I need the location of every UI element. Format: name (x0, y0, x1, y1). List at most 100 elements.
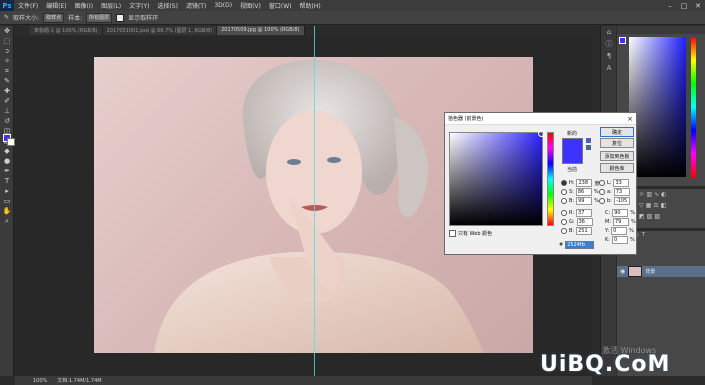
vibrance-icon[interactable]: ▽ (639, 202, 644, 209)
color-libraries-button[interactable]: 颜色库 (600, 163, 634, 173)
show-ring-label: 显示取样环 (128, 15, 159, 22)
a-input[interactable]: 73 (613, 188, 630, 196)
m-input[interactable]: 79 (613, 218, 629, 226)
tab-untitled[interactable]: 未标题-1 @ 100% (RGB/8) (30, 26, 103, 35)
properties-panel-icon[interactable]: ⓘ (601, 38, 617, 50)
blue-input[interactable]: 251 (576, 227, 593, 235)
marquee-tool-icon[interactable]: ⬚ (0, 36, 14, 46)
vertical-guide[interactable] (314, 26, 315, 376)
menu-select[interactable]: 选择(S) (153, 1, 182, 10)
l-radio[interactable] (599, 180, 605, 186)
eyedropper-tool-icon[interactable]: ✎ (0, 76, 14, 86)
menu-file[interactable]: 文件(F) (14, 1, 42, 10)
s-radio[interactable] (561, 189, 567, 195)
paragraph-panel-icon[interactable]: ¶ (601, 50, 617, 62)
background-color-swatch[interactable] (7, 138, 15, 146)
layer-type-icon[interactable]: T (642, 232, 645, 240)
dialog-titlebar[interactable]: 拾色器 (前景色) × (445, 113, 636, 125)
menu-filter[interactable]: 滤镜(T) (182, 1, 210, 10)
panel-foreground-swatch[interactable] (619, 37, 626, 44)
menu-help[interactable]: 帮助(H) (296, 1, 325, 10)
b-input[interactable]: 99 (576, 197, 593, 205)
brush-tool-icon[interactable]: ✐ (0, 96, 14, 106)
menu-view[interactable]: 视图(V) (236, 1, 265, 10)
add-to-swatches-button[interactable]: 添加到色板 (600, 151, 634, 161)
tab-jpg[interactable]: 20170509.jpg @ 100% (RGB/8) (217, 26, 305, 35)
saturation-brightness-field[interactable] (449, 130, 545, 226)
hue-slider[interactable] (547, 132, 554, 226)
color-marker[interactable] (538, 130, 545, 137)
panel-hue-slider[interactable] (691, 37, 696, 177)
shape-tool-icon[interactable]: ▭ (0, 196, 14, 206)
posterize-icon[interactable]: ▧ (647, 213, 653, 220)
balance-icon[interactable]: ⚖ (653, 202, 658, 209)
hand-tool-icon[interactable]: ✋ (0, 206, 14, 216)
hue-icon[interactable]: ▦ (646, 202, 652, 209)
history-panel-icon[interactable]: ⌂ (601, 26, 617, 38)
r-radio[interactable] (561, 210, 567, 216)
gamut-warning-icon[interactable] (586, 138, 591, 143)
hex-input[interactable]: 2524fb (565, 241, 595, 249)
web-only-checkbox[interactable] (449, 230, 456, 237)
y-input[interactable]: 0 (611, 227, 628, 235)
menu-edit[interactable]: 编辑(E) (42, 1, 70, 10)
zoom-level[interactable]: 100% (33, 378, 47, 384)
menu-window[interactable]: 窗口(W) (265, 1, 296, 10)
reset-button[interactable]: 复位 (600, 138, 634, 148)
type-tool-icon[interactable]: T (0, 176, 14, 186)
sample-select[interactable]: 所有图层 (86, 12, 113, 23)
g-radio[interactable] (561, 219, 567, 225)
brightness-icon[interactable]: ☼ (639, 191, 644, 198)
layer-row-background[interactable]: ◉ 背景 (617, 266, 705, 277)
eyedropper-icon[interactable]: ✎ (4, 14, 9, 21)
current-color-swatch[interactable] (562, 151, 583, 164)
k-input[interactable]: 0 (611, 236, 628, 244)
visibility-eye-icon[interactable]: ◉ (620, 268, 625, 275)
levels-icon[interactable]: ▥ (646, 191, 652, 198)
menu-image[interactable]: 图像(I) (71, 1, 97, 10)
dialog-close-icon[interactable]: × (627, 115, 633, 123)
path-select-icon[interactable]: ▸ (0, 186, 14, 196)
web-safe-warning-icon[interactable] (586, 145, 591, 150)
exposure-icon[interactable]: ◐ (661, 191, 666, 198)
a-radio[interactable] (599, 189, 605, 195)
invert-icon[interactable]: ◩ (639, 213, 645, 220)
quick-select-tool-icon[interactable]: ✧ (0, 56, 14, 66)
r-input[interactable]: 37 (576, 209, 593, 217)
bw-icon[interactable]: ◧ (661, 202, 667, 209)
close-button[interactable]: ✕ (691, 0, 705, 11)
h-input[interactable]: 238 (576, 179, 593, 187)
ok-button[interactable]: 确定 (600, 127, 634, 137)
b-radio[interactable] (561, 198, 567, 204)
healing-tool-icon[interactable]: ✚ (0, 86, 14, 96)
lab-b-input[interactable]: -105 (613, 197, 630, 205)
h-radio[interactable] (561, 180, 567, 186)
blue-radio[interactable] (561, 228, 567, 234)
l-input[interactable]: 33 (613, 179, 630, 187)
character-panel-icon[interactable]: A (601, 62, 617, 74)
show-ring-checkbox[interactable] (116, 13, 125, 22)
g-input[interactable]: 36 (576, 218, 593, 226)
threshold-icon[interactable]: ▨ (654, 213, 660, 220)
maximize-button[interactable]: □ (677, 0, 691, 11)
crop-tool-icon[interactable]: ⌗ (0, 66, 14, 76)
lab-b-radio[interactable] (599, 198, 605, 204)
tab-psd[interactable]: 2017051001.psd @ 66.7% (图层 1, RGB/8) (102, 26, 218, 35)
dodge-tool-icon[interactable]: ● (0, 156, 14, 166)
menu-3d[interactable]: 3D(D) (210, 2, 236, 9)
minimize-button[interactable]: – (663, 0, 677, 11)
move-tool-icon[interactable]: ✥ (0, 26, 14, 36)
blur-tool-icon[interactable]: ◆ (0, 146, 14, 156)
menu-layer[interactable]: 图层(L) (97, 1, 125, 10)
zoom-tool-icon[interactable]: ⌕ (0, 216, 14, 226)
history-brush-icon[interactable]: ↺ (0, 116, 14, 126)
pen-tool-icon[interactable]: ✒ (0, 166, 14, 176)
menu-type[interactable]: 文字(Y) (125, 1, 153, 10)
sample-size-select[interactable]: 取样点 (43, 12, 65, 23)
s-input[interactable]: 86 (575, 188, 592, 196)
c-input[interactable]: 90 (612, 209, 629, 217)
stamp-tool-icon[interactable]: ⊥ (0, 106, 14, 116)
lasso-tool-icon[interactable]: ↄ (0, 46, 14, 56)
panel-color-field[interactable] (629, 37, 686, 177)
curves-icon[interactable]: ∿ (654, 191, 659, 198)
